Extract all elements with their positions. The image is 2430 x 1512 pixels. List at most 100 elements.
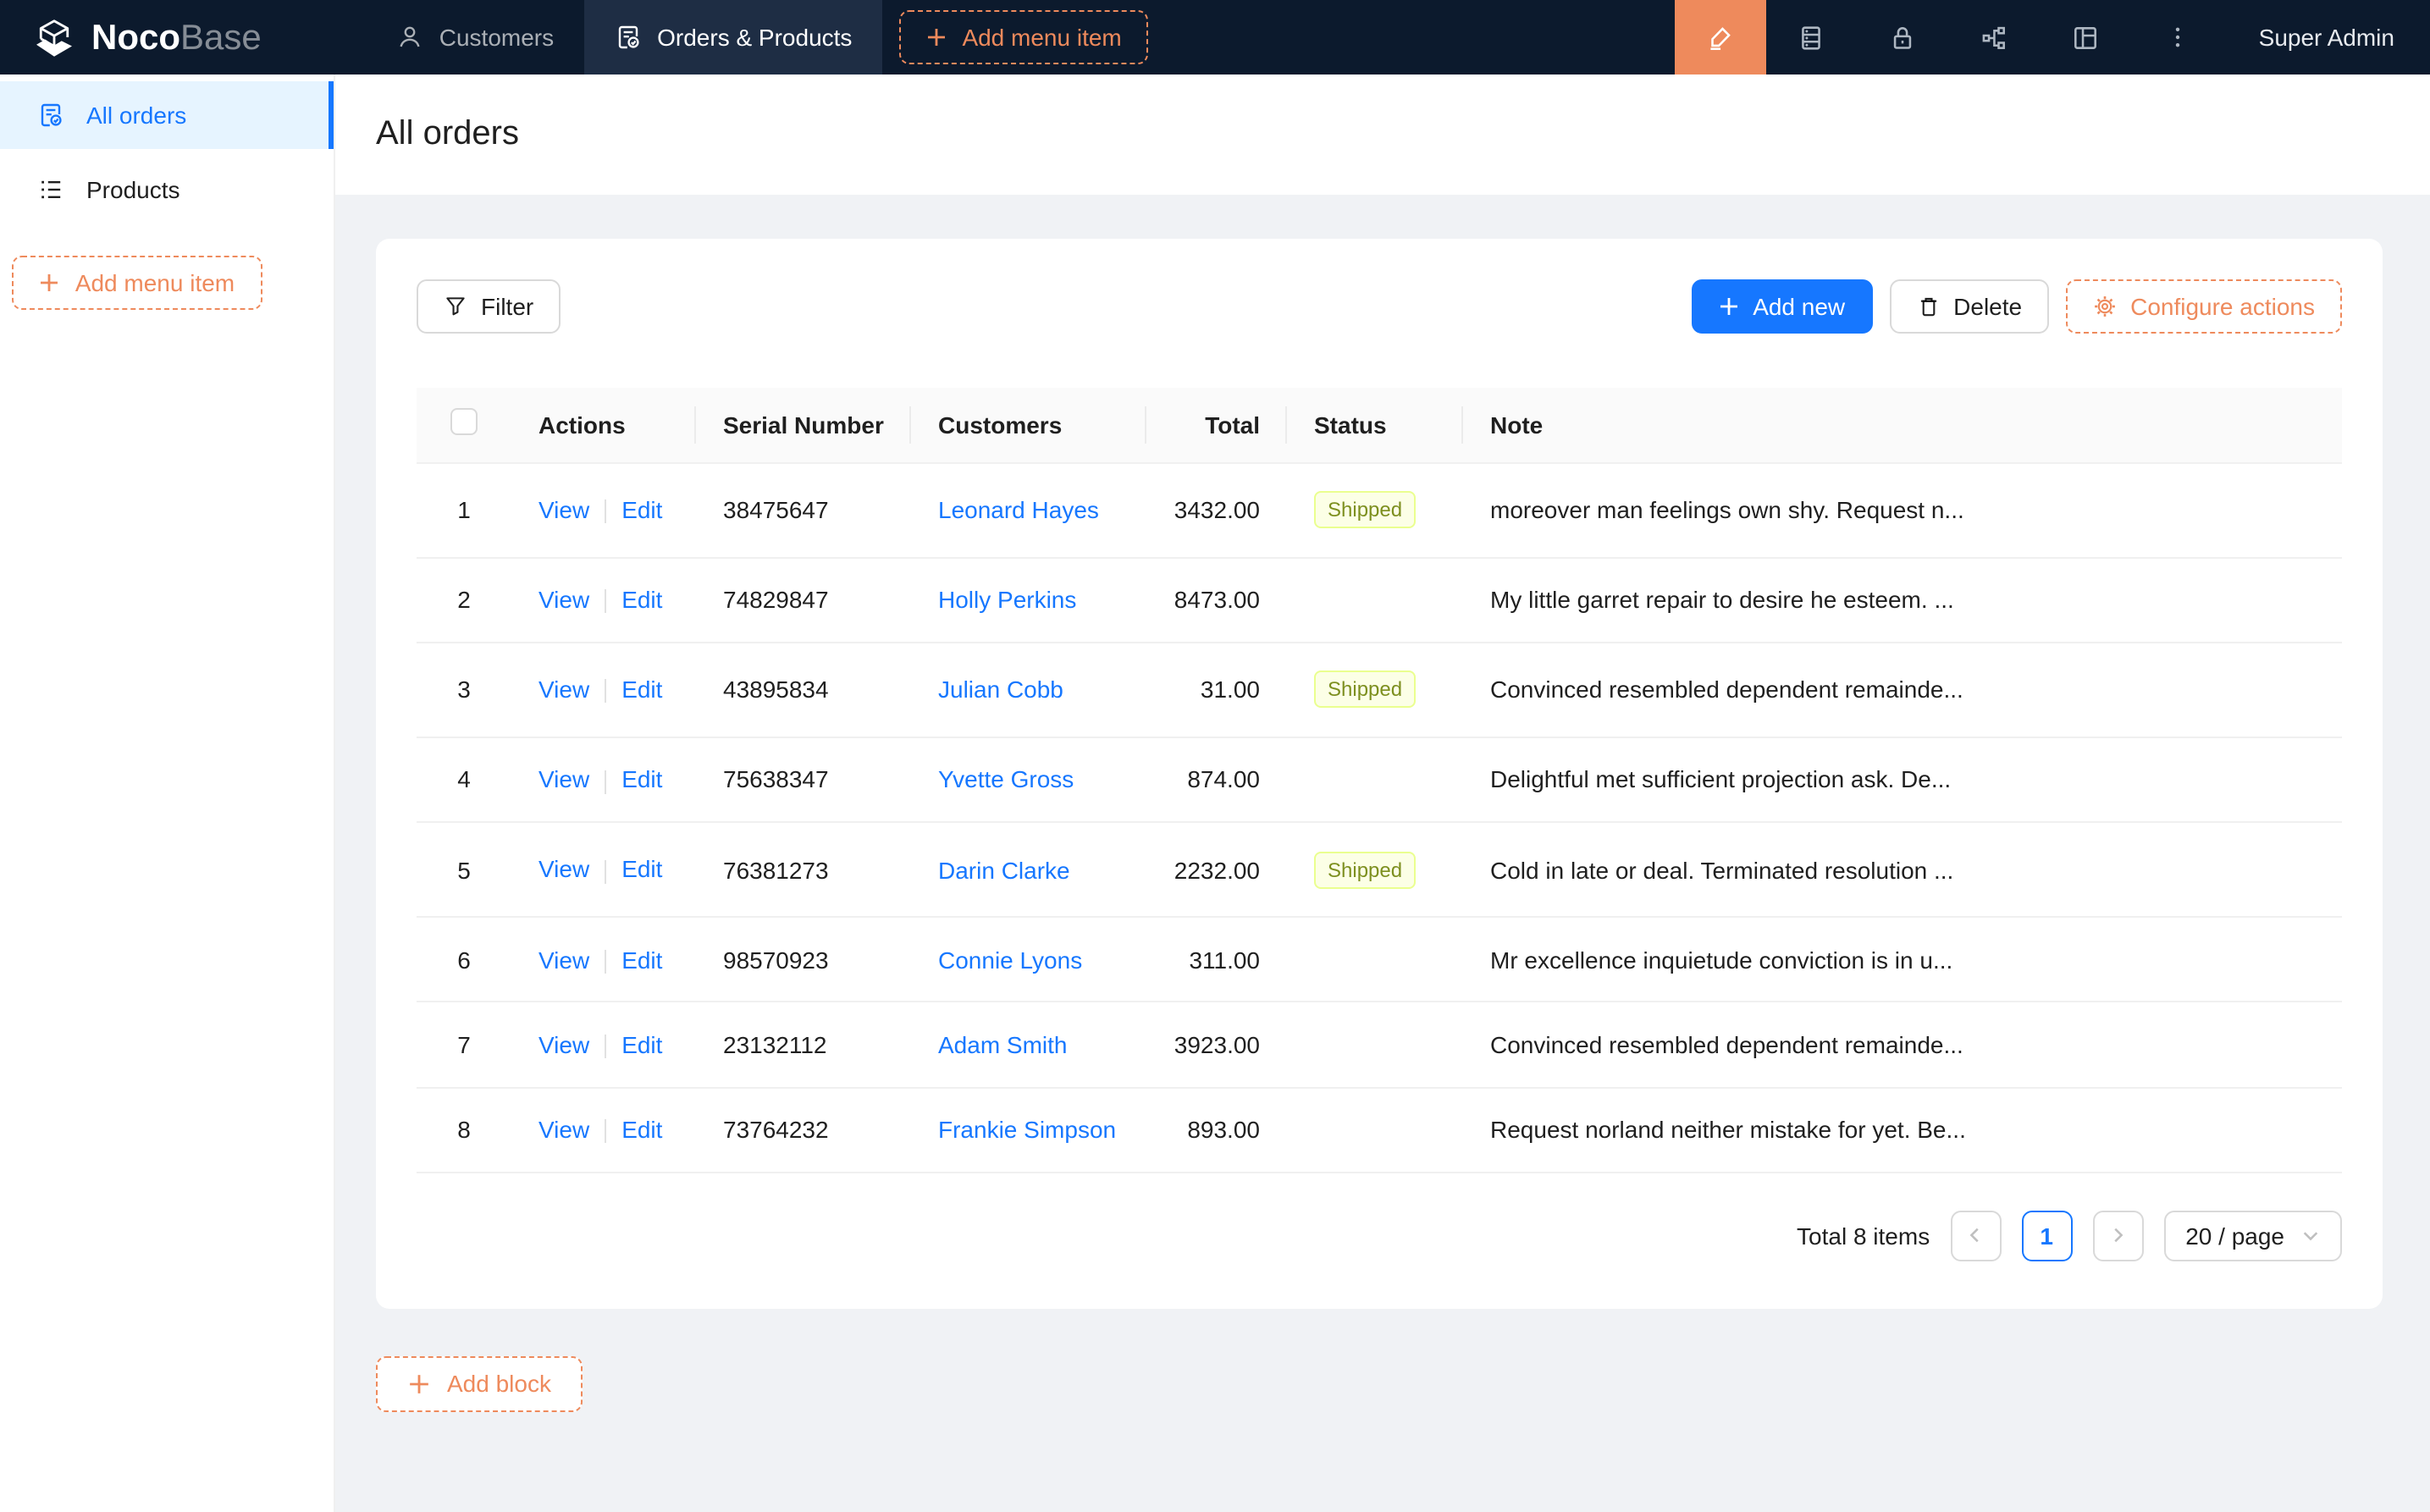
- page-header: All orders: [335, 74, 2430, 195]
- total-cell: 874.00: [1146, 737, 1287, 823]
- total-cell: 2232.00: [1146, 822, 1287, 917]
- orders-icon: [37, 102, 64, 129]
- customer-link[interactable]: Leonard Hayes: [938, 496, 1099, 523]
- view-link[interactable]: View: [538, 496, 589, 523]
- serial-number-cell: 38475647: [696, 462, 911, 557]
- nav-tab-orders-products[interactable]: Orders & Products: [584, 0, 882, 74]
- total-cell: 8473.00: [1146, 557, 1287, 643]
- table-toolbar: Filter Add new: [417, 279, 2342, 334]
- customer-cell: Leonard Hayes: [911, 462, 1146, 557]
- row-actions: View Edit: [511, 917, 696, 1002]
- add-block-button[interactable]: Add block: [376, 1356, 583, 1412]
- user-menu[interactable]: Super Admin: [2223, 0, 2430, 74]
- add-new-button[interactable]: Add new: [1692, 279, 1872, 334]
- table-row: 6 ViewEdit 98570923 Connie Lyons 311.00 …: [417, 917, 2342, 1002]
- customer-cell: Connie Lyons: [911, 917, 1146, 1002]
- customer-cell: Darin Clarke: [911, 822, 1146, 917]
- edit-link[interactable]: Edit: [621, 676, 662, 703]
- view-link[interactable]: View: [538, 1116, 589, 1143]
- total-cell: 3432.00: [1146, 462, 1287, 557]
- row-actions: View Edit: [511, 822, 696, 917]
- plugins-button[interactable]: [1949, 0, 2041, 74]
- table-row: 7 ViewEdit 23132112 Adam Smith 3923.00 C…: [417, 1002, 2342, 1088]
- customer-cell: Holly Perkins: [911, 557, 1146, 643]
- sidebar: All orders Products: [0, 74, 335, 1512]
- view-link[interactable]: View: [538, 856, 589, 883]
- pagination-next-button[interactable]: [2092, 1211, 2143, 1261]
- customer-link[interactable]: Darin Clarke: [938, 856, 1070, 883]
- status-badge: Shipped: [1314, 491, 1416, 528]
- row-index: 2: [417, 557, 511, 643]
- note-cell: My little garret repair to desire he est…: [1463, 557, 2342, 643]
- orders-table: Configure columns: [417, 388, 2342, 1173]
- select-all-checkbox[interactable]: [450, 409, 478, 436]
- user-icon: [397, 24, 424, 51]
- column-header-actions: Actions: [511, 388, 696, 462]
- pagination-prev-button[interactable]: [1950, 1211, 2001, 1261]
- row-index: 1: [417, 462, 511, 557]
- row-index: 8: [417, 1087, 511, 1173]
- edit-link[interactable]: Edit: [621, 496, 662, 523]
- customer-link[interactable]: Frankie Simpson: [938, 1117, 1116, 1144]
- plus-icon: [408, 1373, 430, 1395]
- database-button[interactable]: [1766, 0, 1858, 74]
- pagination-page-1[interactable]: 1: [2021, 1211, 2072, 1261]
- edit-link[interactable]: Edit: [621, 856, 662, 883]
- page-size-select[interactable]: 20 / page: [2163, 1211, 2342, 1261]
- lock-icon: [1889, 23, 1918, 52]
- ui-editor-button[interactable]: [1675, 0, 1766, 74]
- note-cell: Delightful met sufficient projection ask…: [1463, 737, 2342, 823]
- table-row: 5 ViewEdit 76381273 Darin Clarke 2232.00…: [417, 822, 2342, 917]
- lock-button[interactable]: [1858, 0, 1949, 74]
- edit-link[interactable]: Edit: [621, 946, 662, 973]
- table-row: 3 ViewEdit 43895834 Julian Cobb 31.00 Sh…: [417, 643, 2342, 737]
- edit-link[interactable]: Edit: [621, 766, 662, 793]
- sidebar-item-all-orders[interactable]: All orders: [0, 81, 334, 149]
- view-link[interactable]: View: [538, 586, 589, 613]
- total-cell: 31.00: [1146, 643, 1287, 737]
- sidebar-add-menu-item-button[interactable]: Add menu item: [12, 256, 262, 310]
- customer-cell: Yvette Gross: [911, 737, 1146, 823]
- view-link[interactable]: View: [538, 1031, 589, 1058]
- note-cell: Request norland neither mistake for yet.…: [1463, 1087, 2342, 1173]
- nav-tab-label: Customers: [439, 24, 554, 51]
- delete-button[interactable]: Delete: [1889, 279, 2049, 334]
- view-link[interactable]: View: [538, 946, 589, 973]
- highlighter-icon: [1706, 23, 1735, 52]
- layout-icon: [2072, 23, 2101, 52]
- customer-link[interactable]: Adam Smith: [938, 1031, 1068, 1058]
- action-divider: [605, 680, 606, 704]
- database-icon: [1798, 23, 1826, 52]
- customer-link[interactable]: Yvette Gross: [938, 766, 1074, 793]
- navbar-right: Super Admin: [1675, 0, 2430, 74]
- edit-link[interactable]: Edit: [621, 1031, 662, 1058]
- nav-add-menu-item-button[interactable]: Add menu item: [899, 10, 1148, 64]
- layout-button[interactable]: [2041, 0, 2132, 74]
- plugins-icon: [1980, 23, 2009, 52]
- status-cell: Shipped: [1287, 822, 1463, 917]
- main-area: All orders Filter: [335, 74, 2430, 1512]
- action-divider: [605, 770, 606, 793]
- customer-link[interactable]: Julian Cobb: [938, 676, 1063, 704]
- top-navbar: NocoBase Customers: [0, 0, 2430, 74]
- note-cell: Mr excellence inquietude conviction is i…: [1463, 917, 2342, 1002]
- filter-button[interactable]: Filter: [417, 279, 561, 334]
- view-link[interactable]: View: [538, 766, 589, 793]
- customer-link[interactable]: Connie Lyons: [938, 946, 1082, 973]
- status-cell: [1287, 917, 1463, 1002]
- status-badge: Shipped: [1314, 671, 1416, 709]
- serial-number-cell: 98570923: [696, 917, 911, 1002]
- nav-tab-customers[interactable]: Customers: [367, 0, 584, 74]
- row-actions: View Edit: [511, 643, 696, 737]
- more-button[interactable]: [2132, 0, 2223, 74]
- customer-link[interactable]: Holly Perkins: [938, 586, 1076, 613]
- plus-icon: [926, 27, 947, 47]
- configure-actions-button[interactable]: Configure actions: [2066, 279, 2342, 334]
- edit-link[interactable]: Edit: [621, 586, 662, 613]
- serial-number-cell: 23132112: [696, 1002, 911, 1088]
- sidebar-item-products[interactable]: Products: [0, 156, 334, 223]
- table-header-row: Actions Serial Number Customers Total St…: [417, 388, 2342, 462]
- column-header-status: Status: [1287, 388, 1463, 462]
- edit-link[interactable]: Edit: [621, 1116, 662, 1143]
- view-link[interactable]: View: [538, 676, 589, 703]
